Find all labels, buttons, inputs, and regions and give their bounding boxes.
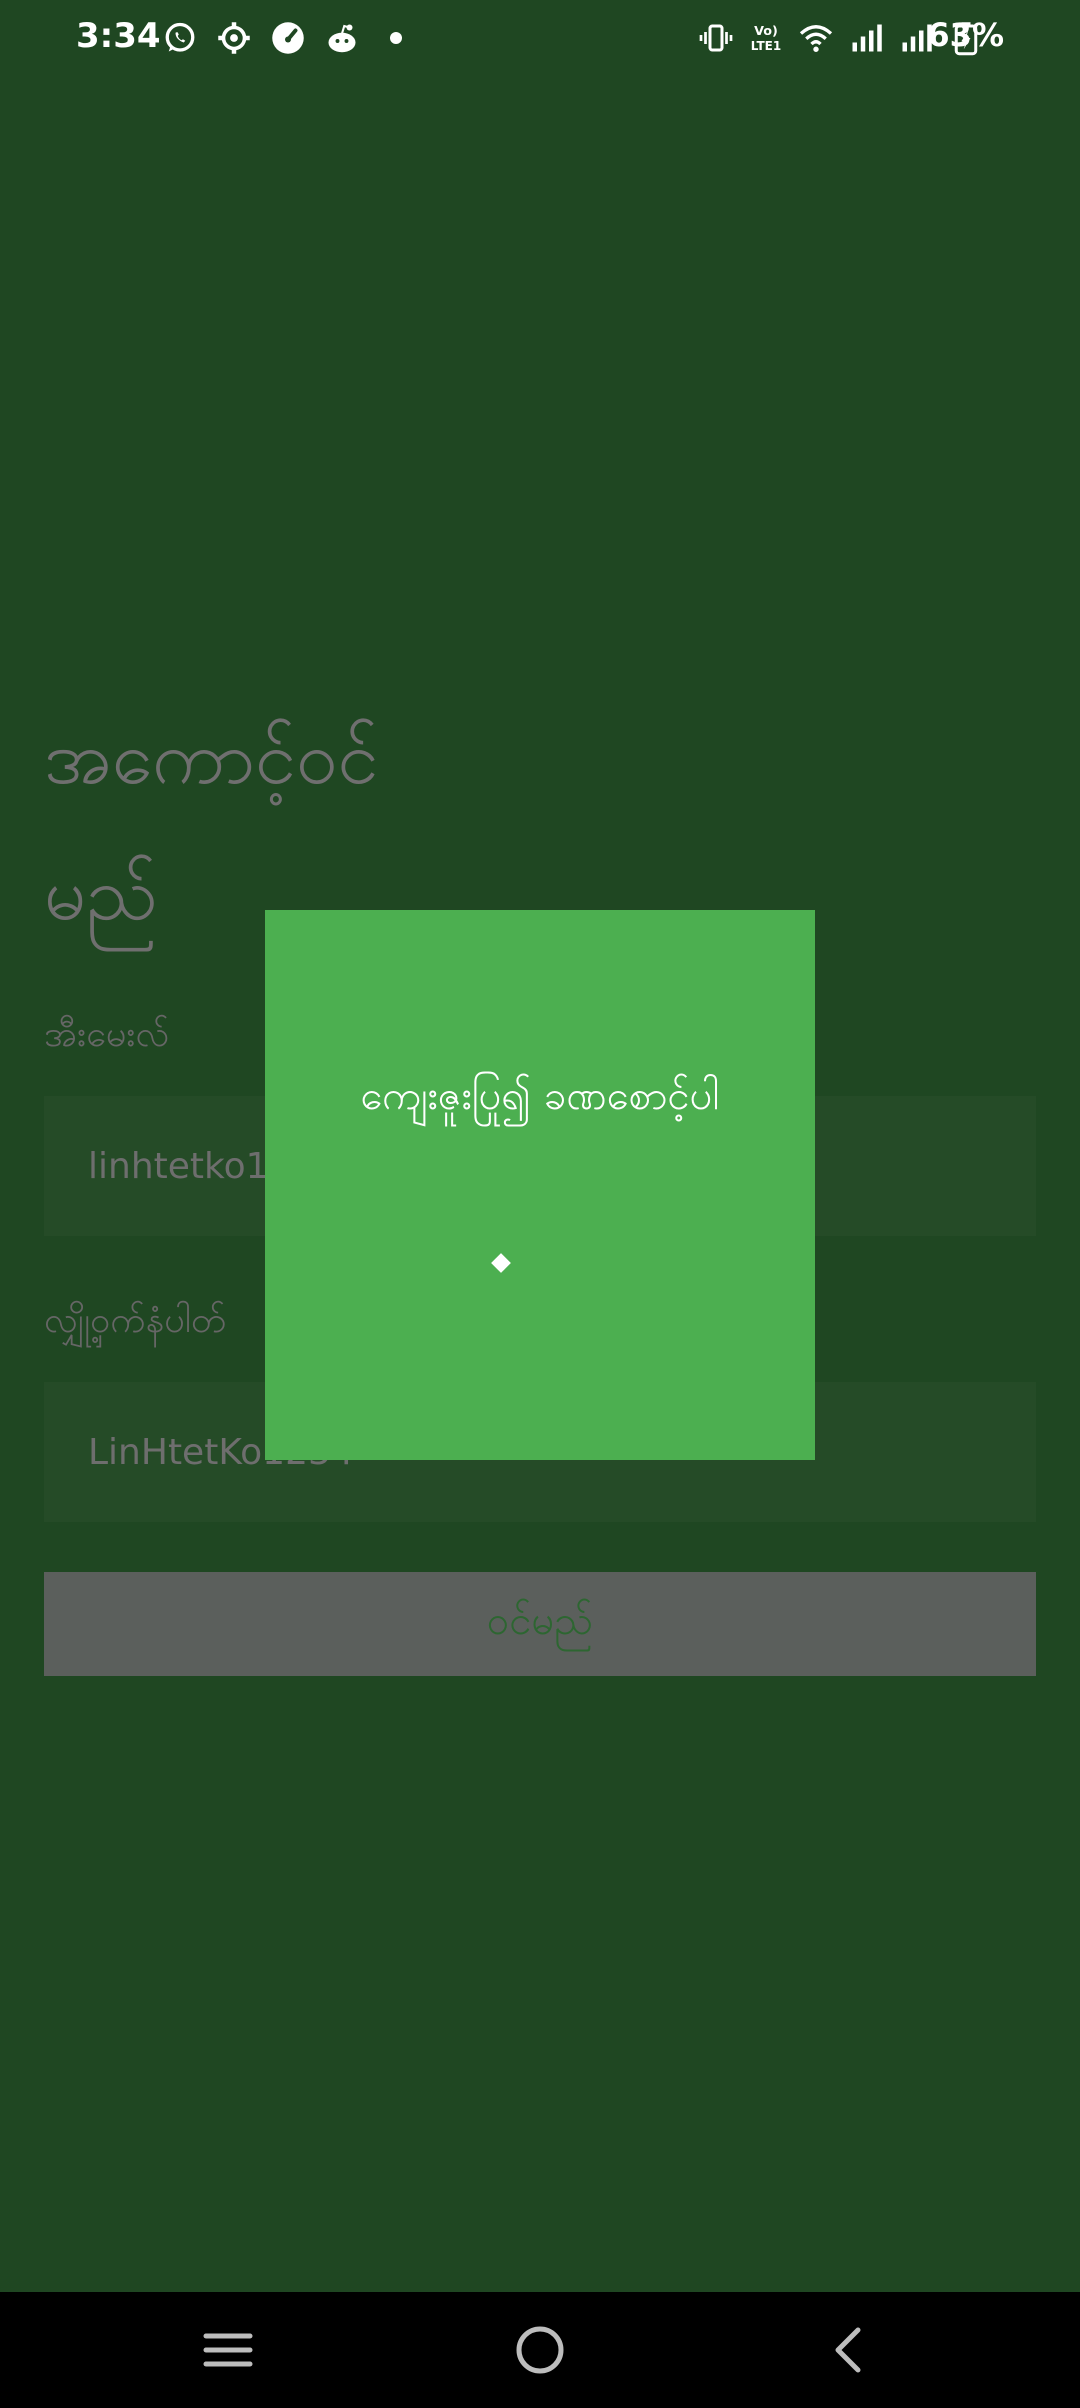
notification-icons	[162, 20, 414, 56]
speedometer-icon	[270, 20, 306, 56]
vibrate-icon	[698, 20, 734, 56]
svg-text:LTE1: LTE1	[751, 39, 781, 53]
volte-icon: Vo) LTE1	[748, 20, 784, 56]
navigation-bar	[0, 2292, 1080, 2408]
dot-icon	[378, 20, 414, 56]
reddit-icon	[324, 20, 360, 56]
svg-text:Vo): Vo)	[754, 24, 778, 39]
loading-spinner-icon	[491, 1253, 511, 1273]
back-icon	[835, 2327, 861, 2373]
battery-percent: 63%	[927, 16, 1004, 54]
status-time: 3:34	[76, 16, 161, 56]
recents-button[interactable]	[198, 2320, 258, 2380]
password-label: လျှို့ဝှက်နံပါတ်	[44, 1300, 226, 1341]
home-icon	[516, 2326, 564, 2374]
whatsapp-icon	[162, 20, 198, 56]
back-button[interactable]	[818, 2320, 878, 2380]
loading-dialog: ကျေးဇူးပြု၍ ခဏစောင့်ပါ	[265, 910, 815, 1460]
email-label: အီးမေးလ်	[44, 1014, 170, 1055]
signal-icon	[848, 20, 884, 56]
home-button[interactable]	[510, 2320, 570, 2380]
settings-icon	[216, 20, 252, 56]
recents-icon	[203, 2333, 253, 2367]
login-button[interactable]: ဝင်မည်	[44, 1572, 1036, 1676]
loading-message: ကျေးဇူးပြု၍ ခဏစောင့်ပါ	[360, 1073, 720, 1119]
status-bar: 3:34 Vo) LTE1 63%	[0, 0, 1080, 76]
wifi-icon	[798, 20, 834, 56]
email-value: linhtetko1	[88, 1145, 269, 1187]
